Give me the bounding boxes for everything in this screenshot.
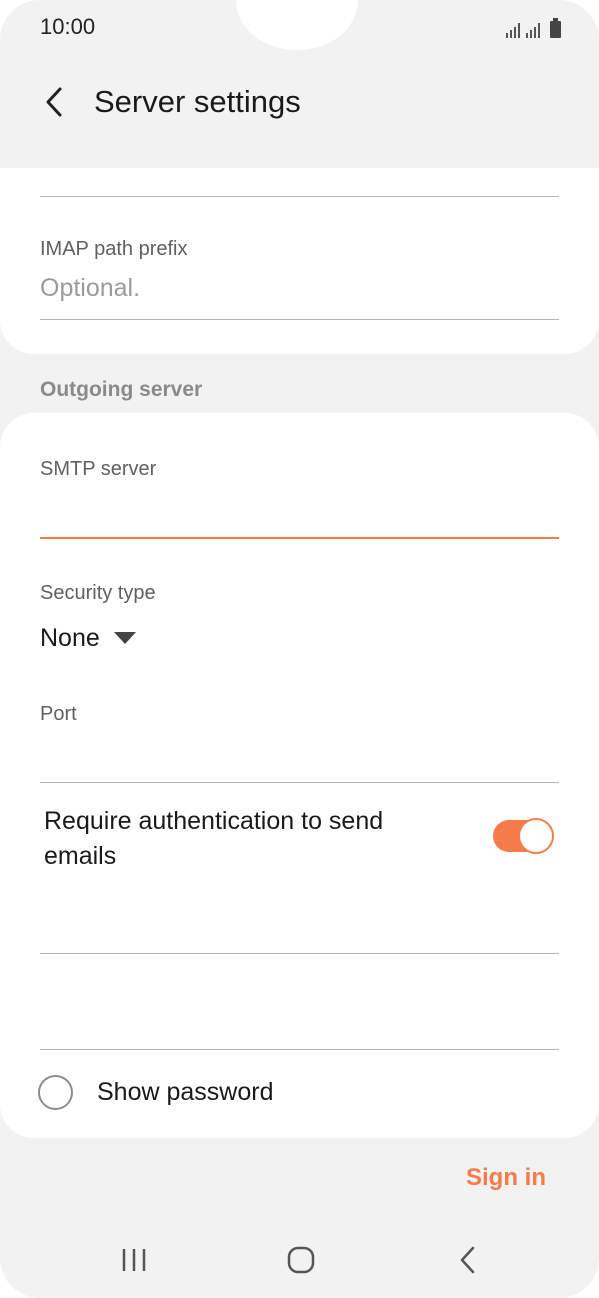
- nav-back-button[interactable]: [443, 1238, 493, 1282]
- back-button[interactable]: [32, 80, 76, 124]
- security-type-value: None: [40, 623, 100, 652]
- status-icons: [506, 18, 561, 38]
- port-label: Port: [40, 703, 77, 725]
- incoming-settings-card: IMAP path prefix Optional.: [0, 168, 599, 354]
- password-underline: [40, 1049, 559, 1050]
- recent-apps-icon: [122, 1249, 146, 1271]
- imap-prefix-label: IMAP path prefix: [40, 238, 188, 260]
- app-bar: Server settings: [0, 70, 599, 140]
- show-password-label: Show password: [97, 1077, 274, 1106]
- page-title: Server settings: [94, 84, 301, 119]
- phone-screen: 10:00 Server settings IMAP path prefix O…: [0, 0, 599, 1298]
- back-icon: [460, 1246, 475, 1274]
- username-underline: [40, 953, 559, 954]
- security-type-label: Security type: [40, 582, 156, 604]
- field-divider: [40, 196, 559, 197]
- signal-icon: [506, 22, 520, 38]
- smtp-server-label: SMTP server: [40, 458, 157, 480]
- sign-in-button[interactable]: Sign in: [466, 1164, 546, 1192]
- home-button[interactable]: [276, 1238, 326, 1282]
- status-time: 10:00: [40, 14, 96, 39]
- navigation-bar: [0, 1222, 599, 1298]
- status-bar: 10:00: [0, 0, 599, 56]
- battery-icon: [550, 18, 561, 38]
- port-input[interactable]: [40, 740, 559, 780]
- caret-down-icon: [113, 632, 136, 644]
- outgoing-server-header: Outgoing server: [40, 378, 203, 401]
- require-auth-label: Require authentication to send emails: [44, 807, 384, 870]
- toggle-knob: [518, 818, 554, 854]
- show-password-option[interactable]: Show password: [38, 1072, 273, 1112]
- recent-apps-button[interactable]: [109, 1238, 159, 1282]
- imap-prefix-input[interactable]: Optional.: [40, 270, 559, 310]
- smtp-server-underline: [40, 537, 559, 539]
- port-underline: [40, 782, 559, 783]
- security-type-dropdown[interactable]: None: [40, 620, 136, 656]
- signal-icon: [526, 22, 540, 38]
- imap-prefix-placeholder: Optional.: [40, 274, 141, 302]
- require-auth-toggle[interactable]: [493, 818, 554, 854]
- username-input[interactable]: [40, 910, 559, 950]
- show-password-checkbox[interactable]: [38, 1074, 73, 1110]
- chevron-left-icon: [46, 87, 62, 117]
- home-icon: [287, 1246, 315, 1274]
- smtp-server-input[interactable]: [40, 496, 559, 536]
- password-input[interactable]: [40, 1005, 559, 1045]
- imap-prefix-underline: [40, 319, 559, 320]
